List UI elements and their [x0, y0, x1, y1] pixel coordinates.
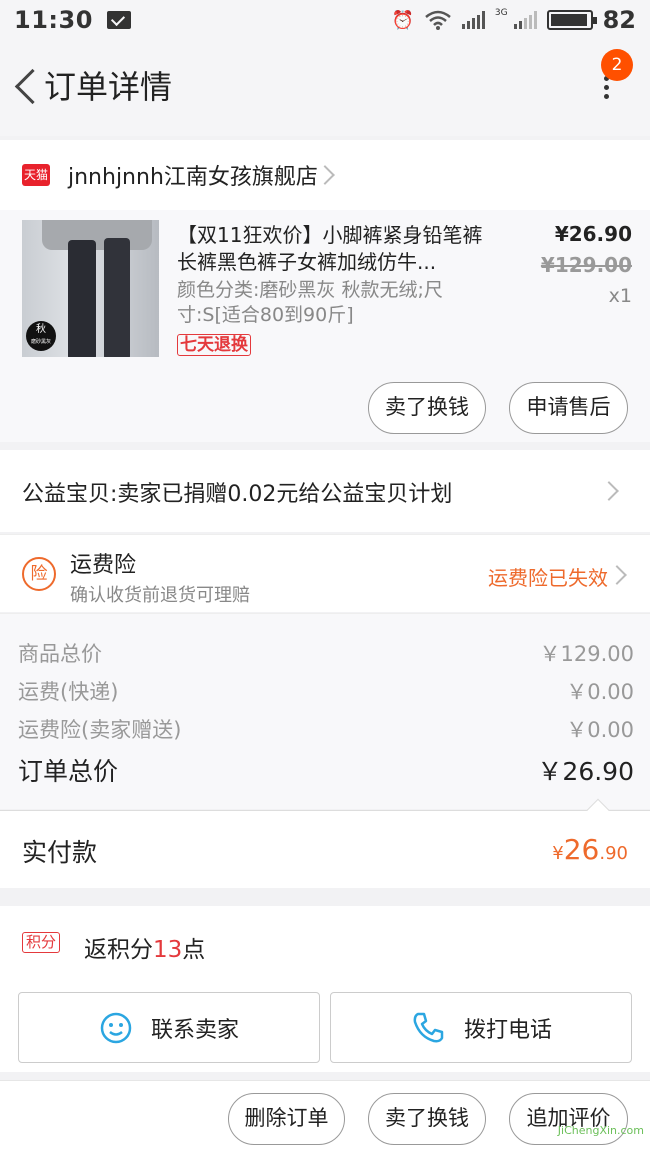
product-attributes: 颜色分类:磨砂黑灰 秋款无绒;尺寸:S[适合80到90斤] [177, 279, 443, 326]
contact-seller-button[interactable]: 联系卖家 [18, 992, 320, 1063]
price-row: 运费险(卖家赠送) ￥0.00 [18, 714, 634, 744]
phone-icon [413, 1012, 444, 1042]
return-policy-tag: 七天退换 [177, 334, 251, 356]
call-phone-button[interactable]: 拨打电话 [330, 992, 632, 1063]
chevron-right-icon [599, 481, 619, 501]
chevron-right-icon [607, 565, 627, 585]
price-breakdown: 商品总价 ￥129.00 运费(快递) ￥0.00 运费险(卖家赠送) ￥0.0… [0, 613, 650, 809]
insurance-status: 运费险已失效 [488, 566, 608, 590]
page-title: 订单详情 [44, 68, 173, 106]
sell-for-cash-button[interactable]: 卖了换钱 [368, 1093, 486, 1145]
battery-level: 82 [602, 6, 636, 34]
wifi-icon [425, 10, 451, 30]
product-price: ¥26.90 [554, 222, 632, 246]
insurance-title: 运费险 [70, 553, 137, 578]
notification-badge: 2 [601, 49, 633, 81]
price-row: 运费(快递) ￥0.00 [18, 676, 634, 706]
actual-payment-label: 实付款 [22, 838, 98, 867]
alarm-icon: ⏰ [391, 9, 414, 31]
status-time: 11:30 [14, 6, 93, 34]
battery-icon [546, 10, 597, 30]
product-quantity: x1 [608, 285, 632, 307]
actual-payment-amount: ¥26.90 [552, 833, 628, 866]
contact-row: 联系卖家 拨打电话 [0, 982, 650, 1072]
price-row-label: 运费险(卖家赠送) [18, 718, 182, 742]
message-notification-icon [106, 11, 131, 29]
bottom-action-bar: 删除订单 卖了换钱 追加评价 [0, 1080, 650, 1155]
product-item[interactable]: 秋磨砂黑灰 【双11狂欢价】小脚裤紧身铅笔裤长裤黑色裤子女裤加绒仿牛... 颜色… [0, 210, 650, 442]
points-tag: 积分 [22, 932, 61, 953]
product-thumbnail[interactable]: 秋磨砂黑灰 [22, 220, 159, 357]
signal-bars-2-icon [513, 11, 537, 29]
price-row-label: 运费(快递) [18, 680, 119, 704]
order-total-value: ￥26.90 [537, 757, 634, 786]
points-text: 返积分13点 [84, 937, 206, 963]
after-sale-button[interactable]: 申请售后 [509, 382, 628, 434]
chevron-right-icon [315, 165, 335, 185]
price-row-label: 商品总价 [18, 642, 102, 666]
insurance-subtitle: 确认收货前退货可理赔 [70, 585, 250, 606]
shipping-insurance-row[interactable]: 险 运费险 确认收货前退货可理赔 运费险已失效 [0, 534, 650, 612]
delete-order-button[interactable]: 删除订单 [228, 1093, 345, 1145]
thumbnail-stamp: 秋磨砂黑灰 [26, 321, 56, 351]
status-bar: 11:30 ⏰ 3G 82 [0, 0, 650, 40]
tmall-logo-icon: 天猫 [22, 164, 50, 186]
signal-bars-icon [461, 11, 485, 29]
watermark: JiChengXin.com [557, 1124, 644, 1137]
charity-row[interactable]: 公益宝贝:卖家已捐赠0.02元给公益宝贝计划 [0, 450, 650, 532]
call-phone-label: 拨打电话 [463, 1017, 552, 1043]
nav-header: 订单详情 2 [0, 40, 650, 136]
sell-for-cash-button[interactable]: 卖了换钱 [368, 382, 486, 434]
actual-payment-row: 实付款 ¥26.90 [0, 798, 650, 888]
product-title: 【双11狂欢价】小脚裤紧身铅笔裤长裤黑色裤子女裤加绒仿牛... [177, 223, 483, 274]
price-row-value: ￥0.00 [566, 680, 634, 704]
back-arrow-icon[interactable] [12, 66, 42, 106]
product-original-price: ¥129.00 [540, 253, 632, 277]
chat-bubble-icon [100, 1012, 132, 1043]
contact-seller-label: 联系卖家 [150, 1017, 239, 1043]
network-type: 3G [494, 8, 508, 18]
order-total-row: 订单总价 ￥26.90 [18, 752, 634, 788]
price-row: 商品总价 ￥129.00 [18, 638, 634, 668]
charity-text: 公益宝贝:卖家已捐赠0.02元给公益宝贝计划 [22, 482, 453, 507]
price-row-value: ￥0.00 [566, 718, 634, 742]
shop-row[interactable]: 天猫 jnnhjnnh江南女孩旗舰店 [0, 140, 650, 210]
shop-name: jnnhjnnh江南女孩旗舰店 [68, 165, 318, 190]
insurance-icon: 险 [22, 557, 56, 591]
add-review-button[interactable]: 追加评价 [509, 1093, 628, 1145]
price-row-value: ￥129.00 [539, 642, 634, 666]
points-row: 积分 返积分13点 [0, 906, 650, 982]
order-total-label: 订单总价 [18, 757, 119, 786]
